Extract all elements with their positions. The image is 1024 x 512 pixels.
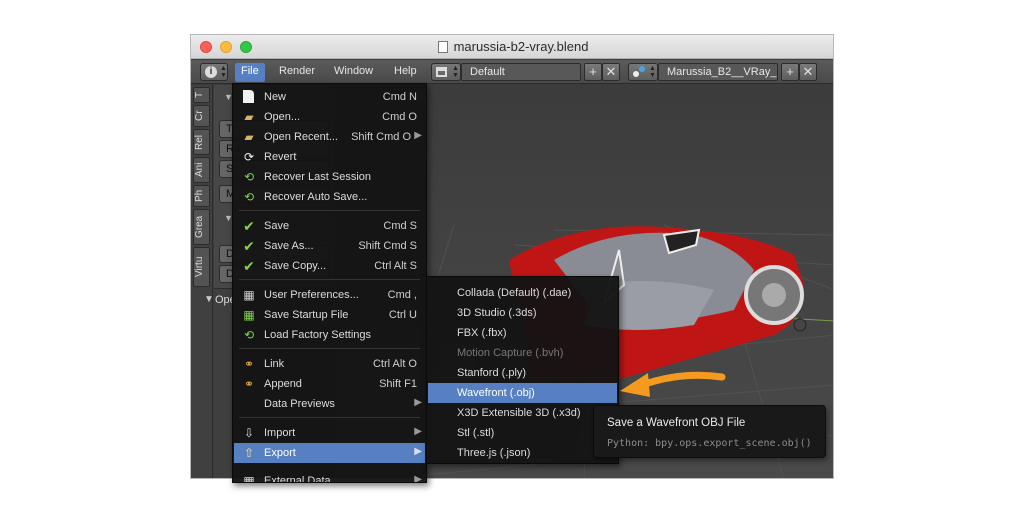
menu-help[interactable]: Help — [394, 65, 417, 77]
scene-name-field[interactable]: Marussia_B2__VRay_ — [658, 63, 778, 81]
annotation-arrow — [620, 371, 726, 397]
load-factory-icon: ⟲ — [243, 328, 255, 342]
tab-physics[interactable]: Ph — [193, 185, 210, 207]
menu-item-data-previews[interactable]: Data Previews ▶ — [234, 394, 425, 414]
tool-shelf-tabs: T Cr Rel Ani Ph Grea Virtu — [191, 85, 213, 478]
export-item-collada[interactable]: Collada (Default) (.dae) — [428, 283, 617, 303]
tab-virtual-reality[interactable]: Virtu — [193, 247, 210, 287]
export-item-stl[interactable]: Stl (.stl) — [428, 423, 617, 443]
window-title: marussia-b2-vray.blend — [453, 39, 589, 54]
menu-item-save[interactable]: ✔ Save Cmd S — [234, 216, 425, 236]
export-item-x3d[interactable]: X3D Extensible 3D (.x3d) — [428, 403, 617, 423]
recover-auto-save-icon: ⟲ — [243, 190, 255, 204]
add-scene-button[interactable]: + — [781, 63, 799, 81]
menu-item-load-factory-settings[interactable]: ⟲ Load Factory Settings — [234, 325, 425, 345]
document-icon — [437, 41, 448, 53]
export-item-ply[interactable]: Stanford (.ply) — [428, 363, 617, 383]
menu-separator — [239, 348, 420, 349]
link-icon: ⚭ — [243, 357, 255, 371]
title-bar: marussia-b2-vray.blend — [191, 35, 833, 59]
menu-separator — [239, 279, 420, 280]
submenu-arrow-icon: ▶ — [414, 426, 422, 437]
tab-create[interactable]: Cr — [193, 105, 210, 127]
menu-item-open[interactable]: ▰ Open... Cmd O — [234, 107, 425, 127]
submenu-arrow-icon: ▶ — [414, 397, 422, 408]
menu-item-export[interactable]: ⇧ Export ▶ — [234, 443, 425, 463]
new-file-icon — [243, 90, 254, 103]
import-icon: ⇩ — [243, 426, 255, 440]
menu-separator — [239, 417, 420, 418]
updown-arrows-icon: ▲ ▼ — [452, 65, 459, 79]
menu-item-save-as[interactable]: ✔ Save As... Shift Cmd S — [234, 236, 425, 256]
submenu-arrow-icon: ▶ — [414, 130, 422, 141]
updown-arrows-icon: ▲ ▼ — [220, 65, 227, 79]
revert-icon: ⟳ — [243, 150, 255, 164]
remove-layout-button[interactable]: ✕ — [602, 63, 620, 81]
tooltip: Save a Wavefront OBJ File Python: bpy.op… — [593, 405, 826, 458]
tooltip-python-path: Python: bpy.ops.export_scene.obj() — [607, 438, 812, 449]
remove-scene-button[interactable]: ✕ — [799, 63, 817, 81]
append-icon: ⚭ — [243, 377, 255, 391]
save-copy-icon: ✔ — [243, 258, 255, 274]
info-header: i ▲ ▼ File Render Window Help ▲ ▼ Default … — [191, 60, 833, 84]
menu-item-save-copy[interactable]: ✔ Save Copy... Ctrl Alt S — [234, 256, 425, 276]
export-item-3ds[interactable]: 3D Studio (.3ds) — [428, 303, 617, 323]
info-icon: i — [205, 66, 217, 78]
menu-item-link[interactable]: ⚭ Link Ctrl Alt O — [234, 354, 425, 374]
save-as-icon: ✔ — [243, 238, 255, 254]
export-item-fbx[interactable]: FBX (.fbx) — [428, 323, 617, 343]
menu-item-revert[interactable]: ⟳ Revert — [234, 147, 425, 167]
menu-window[interactable]: Window — [334, 65, 373, 77]
export-icon: ⇧ — [243, 446, 255, 460]
menu-file[interactable]: File — [235, 63, 265, 82]
add-layout-button[interactable]: + — [584, 63, 602, 81]
menu-item-new[interactable]: New Cmd N — [234, 87, 425, 107]
tooltip-title: Save a Wavefront OBJ File — [607, 417, 746, 429]
export-item-wavefront-obj[interactable]: Wavefront (.obj) — [428, 383, 617, 403]
menu-item-user-preferences[interactable]: ▦ User Preferences... Cmd , — [234, 285, 425, 305]
preferences-icon: ▦ — [243, 288, 255, 302]
tab-animation[interactable]: Ani — [193, 157, 210, 183]
updown-arrows-icon: ▲ ▼ — [649, 65, 656, 79]
export-submenu: Collada (Default) (.dae) 3D Studio (.3ds… — [426, 276, 619, 464]
menu-item-append[interactable]: ⚭ Append Shift F1 — [234, 374, 425, 394]
menu-item-import[interactable]: ⇩ Import ▶ — [234, 423, 425, 443]
menu-item-recover-last-session[interactable]: ⟲ Recover Last Session — [234, 167, 425, 187]
scene-type-button[interactable]: ▲ ▼ — [628, 63, 658, 81]
scene-icon — [633, 66, 645, 78]
menu-separator — [239, 210, 420, 211]
tab-tools[interactable]: T — [193, 87, 210, 103]
submenu-arrow-icon: ▶ — [414, 446, 422, 457]
layout-type-button[interactable]: ▲ ▼ — [431, 63, 461, 81]
external-data-icon: ▦ — [243, 474, 255, 483]
save-startup-icon: ▦ — [243, 308, 255, 322]
open-folder-icon: ▰ — [244, 110, 254, 124]
open-recent-icon: ▰ — [244, 130, 254, 144]
tab-grease-pencil[interactable]: Grea — [193, 209, 210, 245]
file-menu: New Cmd N ▰ Open... Cmd O ▰ Open Recent.… — [232, 83, 427, 483]
menu-item-external-data[interactable]: ▦ External Data ▶ — [234, 471, 425, 483]
tab-relations[interactable]: Rel — [193, 129, 210, 155]
menu-item-recover-auto-save[interactable]: ⟲ Recover Auto Save... — [234, 187, 425, 207]
save-check-icon: ✔ — [243, 218, 255, 234]
recover-session-icon: ⟲ — [243, 170, 255, 184]
submenu-arrow-icon: ▶ — [414, 474, 422, 483]
export-item-threejs[interactable]: Three.js (.json) — [428, 443, 617, 463]
editor-type-button[interactable]: i ▲ ▼ — [200, 63, 228, 81]
menu-render[interactable]: Render — [279, 65, 315, 77]
collapse-triangle-icon[interactable]: ▼ — [204, 294, 214, 305]
layout-name-field[interactable]: Default — [461, 63, 581, 81]
menu-item-save-startup-file[interactable]: ▦ Save Startup File Ctrl U — [234, 305, 425, 325]
export-item-bvh: Motion Capture (.bvh) — [457, 347, 564, 359]
menu-item-open-recent[interactable]: ▰ Open Recent... Shift Cmd O ▶ — [234, 127, 425, 147]
layout-grid-icon — [436, 67, 447, 77]
